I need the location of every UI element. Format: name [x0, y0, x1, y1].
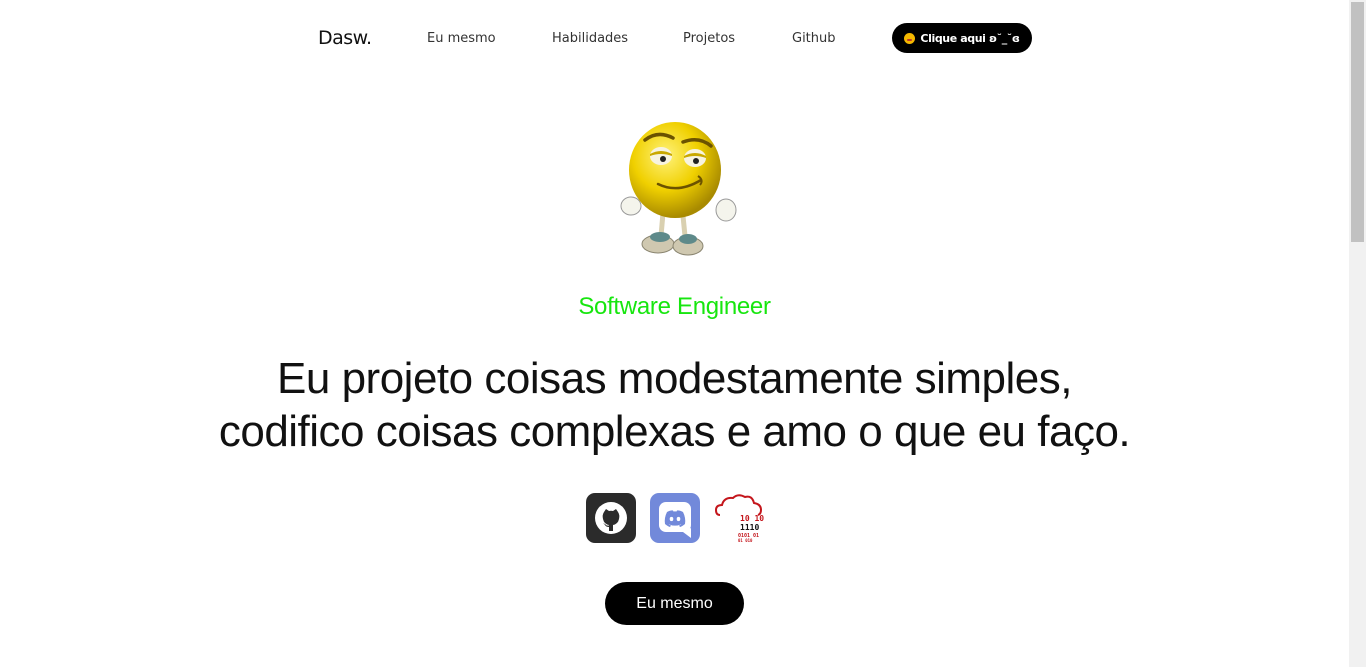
nav-link-eu-mesmo[interactable]: Eu mesmo [427, 31, 496, 46]
cloud-binary-icon: 10 10 1110 0101 01 01 010 [714, 494, 764, 543]
cloud-binary-line-4: 01 010 [738, 538, 753, 543]
clique-aqui-button[interactable]: Clique aqui ʚ˘_˘ɞ [892, 23, 1032, 53]
discord-icon [659, 502, 691, 538]
hero-headline: Eu projeto coisas modestamente simples, … [0, 352, 1349, 458]
role-title: Software Engineer [578, 293, 771, 320]
nav-link-projetos[interactable]: Projetos [683, 31, 735, 46]
cloud-binary-link[interactable]: 10 10 1110 0101 01 01 010 [714, 493, 768, 543]
page-scrollbar[interactable] [1349, 0, 1366, 667]
discord-link[interactable] [650, 493, 700, 543]
nav-link-habilidades[interactable]: Habilidades [552, 31, 628, 46]
scrollbar-thumb[interactable] [1351, 2, 1364, 242]
github-icon [595, 502, 627, 534]
clique-aqui-label: Clique aqui ʚ˘_˘ɞ [920, 31, 1020, 45]
eu-mesmo-button[interactable]: Eu mesmo [605, 582, 744, 625]
tongue-emoji-icon [904, 32, 916, 44]
yellow-emoji-character-icon [620, 122, 737, 256]
headline-line-1: Eu projeto coisas modestamente simples, [277, 354, 1072, 403]
cloud-binary-line-2: 1110 [740, 523, 759, 532]
github-link[interactable] [586, 493, 636, 543]
cloud-binary-line-1: 10 10 [740, 514, 764, 523]
navbar: Dasw. Eu mesmo Habilidades Projetos Gith… [0, 0, 1349, 78]
headline-line-2: codifico coisas complexas e amo o que eu… [218, 407, 1131, 456]
nav-link-github[interactable]: Github [792, 31, 836, 46]
logo[interactable]: Dasw. [318, 27, 372, 49]
